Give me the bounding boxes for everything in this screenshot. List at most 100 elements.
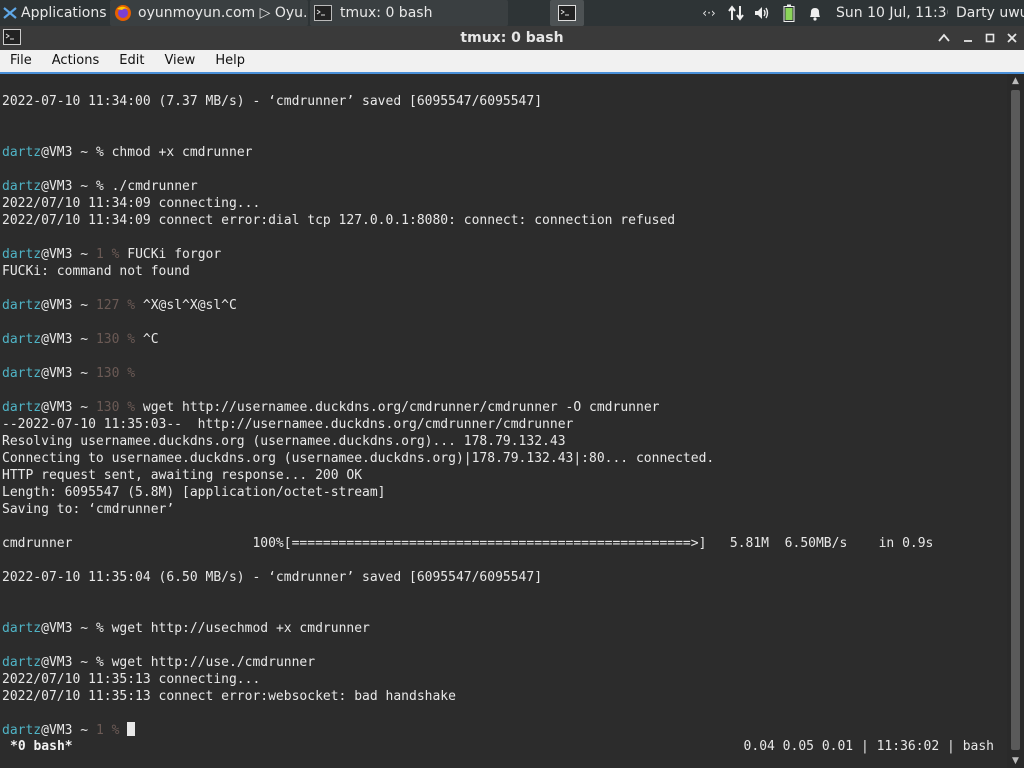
prompt-host: @VM3 xyxy=(41,621,73,636)
prompt-sep: ~ xyxy=(72,332,96,347)
clock[interactable]: Sun 10 Jul, 11:36 xyxy=(836,0,948,26)
prompt-user: dartz xyxy=(2,145,42,160)
prompt-host: @VM3 xyxy=(41,332,73,347)
prompt-line: dartz@VM3 ~ 1 % FUCKi forgor xyxy=(2,246,221,263)
menubar: File Actions Edit View Help xyxy=(0,50,1024,74)
output-line: 2022-07-10 11:35:04 (6.50 MB/s) - ‘cmdru… xyxy=(2,570,543,585)
prompt-line: dartz@VM3 ~ % wget http://use./cmdrunner xyxy=(2,654,315,671)
maximize-button[interactable] xyxy=(980,28,1000,48)
output-line: Resolving usernamee.duckdns.org (usernam… xyxy=(2,434,566,449)
prompt-sep: ~ xyxy=(72,621,96,636)
prompt-host: @VM3 xyxy=(41,400,73,415)
prompt-line: dartz@VM3 ~ 130 % wget http://usernamee.… xyxy=(2,399,659,416)
command-text: ./cmdrunner xyxy=(111,179,198,194)
prompt-host: @VM3 xyxy=(41,655,73,670)
user-name: Darty uwu xyxy=(956,5,1024,21)
prompt-exit-code: 130 xyxy=(95,400,128,415)
chevron-up-icon xyxy=(938,33,950,42)
prompt-user: dartz xyxy=(2,621,42,636)
tmux-window-list: *0 bash* xyxy=(10,739,73,754)
prompt-user: dartz xyxy=(2,332,42,347)
prompt-sep: ~ xyxy=(72,400,96,415)
terminal-output[interactable]: 2022-07-10 11:34:00 (7.37 MB/s) - ‘cmdru… xyxy=(0,74,1007,768)
prompt-symbol: % xyxy=(95,179,112,194)
prompt-exit-code: 127 xyxy=(95,298,128,313)
output-line: HTTP request sent, awaiting response... … xyxy=(2,468,363,483)
prompt-symbol: % xyxy=(127,400,143,415)
output-line: Saving to: ‘cmdrunner’ xyxy=(2,502,175,517)
network-indicator[interactable]: ‹·› xyxy=(698,0,720,26)
prompt-host: @VM3 xyxy=(41,723,73,738)
volume-indicator[interactable] xyxy=(750,0,774,26)
terminal-scrollbar[interactable]: ▲ ▼ xyxy=(1007,74,1024,768)
prompt-symbol: % xyxy=(127,332,143,347)
prompt-line: dartz@VM3 ~ % wget http://usechmod +x cm… xyxy=(2,620,370,637)
prompt-sep: ~ xyxy=(72,366,96,381)
show-desktop-terminal-button[interactable] xyxy=(550,0,584,26)
notifications-indicator[interactable] xyxy=(804,0,826,26)
output-line: Length: 6095547 (5.8M) [application/octe… xyxy=(2,485,386,500)
scroll-up-icon[interactable]: ▲ xyxy=(1007,74,1024,88)
prompt-exit-code: 130 xyxy=(95,366,128,381)
prompt-user: dartz xyxy=(2,298,42,313)
user-menu[interactable]: Darty uwu xyxy=(956,0,1024,26)
taskbar-item-firefox[interactable]: oyunmoyun.com ▷ Oyu... xyxy=(110,0,308,26)
prompt-user: dartz xyxy=(2,400,42,415)
prompt-symbol: % xyxy=(111,723,128,738)
minimize-button[interactable] xyxy=(958,28,978,48)
prompt-symbol: % xyxy=(111,247,128,262)
prompt-sep: ~ xyxy=(72,723,96,738)
scroll-down-icon[interactable]: ▼ xyxy=(1007,754,1024,768)
taskbar-item-terminal[interactable]: tmux: 0 bash xyxy=(310,0,508,26)
bell-icon xyxy=(807,5,823,21)
prompt-exit-code: 130 xyxy=(95,332,128,347)
volume-icon xyxy=(753,5,771,21)
prompt-line: dartz@VM3 ~ 130 % ^C xyxy=(2,331,159,348)
prompt-symbol: % xyxy=(127,366,143,381)
prompt-symbol: % xyxy=(127,298,143,313)
window-title: tmux: 0 bash xyxy=(460,30,564,46)
prompt-user: dartz xyxy=(2,179,42,194)
prompt-user: dartz xyxy=(2,723,42,738)
window-titlebar[interactable]: tmux: 0 bash xyxy=(0,26,1024,50)
applications-menu[interactable]: Applications xyxy=(2,0,110,26)
tmux-status-right: 0.04 0.05 0.01 | 11:36:02 | bash xyxy=(743,739,994,754)
close-icon xyxy=(1007,33,1017,43)
output-line: 2022-07-10 11:34:00 (7.37 MB/s) - ‘cmdru… xyxy=(2,94,543,109)
prompt-host: @VM3 xyxy=(41,179,73,194)
prompt-sep: ~ xyxy=(72,179,96,194)
menu-edit[interactable]: Edit xyxy=(109,50,154,72)
xfce-logo-icon xyxy=(2,5,18,21)
close-button[interactable] xyxy=(1002,28,1022,48)
prompt-line: dartz@VM3 ~ 1 % xyxy=(2,722,136,739)
terminal-icon xyxy=(314,5,332,21)
menu-file[interactable]: File xyxy=(0,50,42,72)
network-transfer-indicator[interactable] xyxy=(724,0,748,26)
prompt-user: dartz xyxy=(2,247,42,262)
menu-actions[interactable]: Actions xyxy=(42,50,110,72)
maximize-icon xyxy=(985,33,995,43)
output-line: Connecting to usernamee.duckdns.org (use… xyxy=(2,451,715,466)
output-line: 2022/07/10 11:34:09 connecting... xyxy=(2,196,261,211)
prompt-sep: ~ xyxy=(72,655,96,670)
applications-label: Applications xyxy=(21,5,107,21)
command-text: wget http://use./cmdrunner xyxy=(111,655,316,670)
prompt-line: dartz@VM3 ~ % chmod +x cmdrunner xyxy=(2,144,252,161)
top-panel: Applications oyunmoyun.com ▷ Oyu... tmux… xyxy=(0,0,1024,26)
taskbar-item-label: tmux: 0 bash xyxy=(340,5,433,21)
output-line: --2022-07-10 11:35:03-- http://usernamee… xyxy=(2,417,574,432)
prompt-sep: ~ xyxy=(72,145,96,160)
output-line: 2022/07/10 11:35:13 connecting... xyxy=(2,672,261,687)
battery-indicator[interactable] xyxy=(778,0,800,26)
shade-button[interactable] xyxy=(934,28,954,48)
prompt-sep: ~ xyxy=(72,247,96,262)
menu-help[interactable]: Help xyxy=(205,50,255,72)
scrollbar-thumb[interactable] xyxy=(1011,90,1020,750)
taskbar-item-label: oyunmoyun.com ▷ Oyu... xyxy=(138,5,308,21)
prompt-user: dartz xyxy=(2,655,42,670)
prompt-line: dartz@VM3 ~ 130 % xyxy=(2,365,143,382)
firefox-icon xyxy=(114,4,132,22)
menu-view[interactable]: View xyxy=(154,50,205,72)
output-line: 2022/07/10 11:35:13 connect error:websoc… xyxy=(2,689,456,704)
network-updown-icon xyxy=(727,4,745,22)
